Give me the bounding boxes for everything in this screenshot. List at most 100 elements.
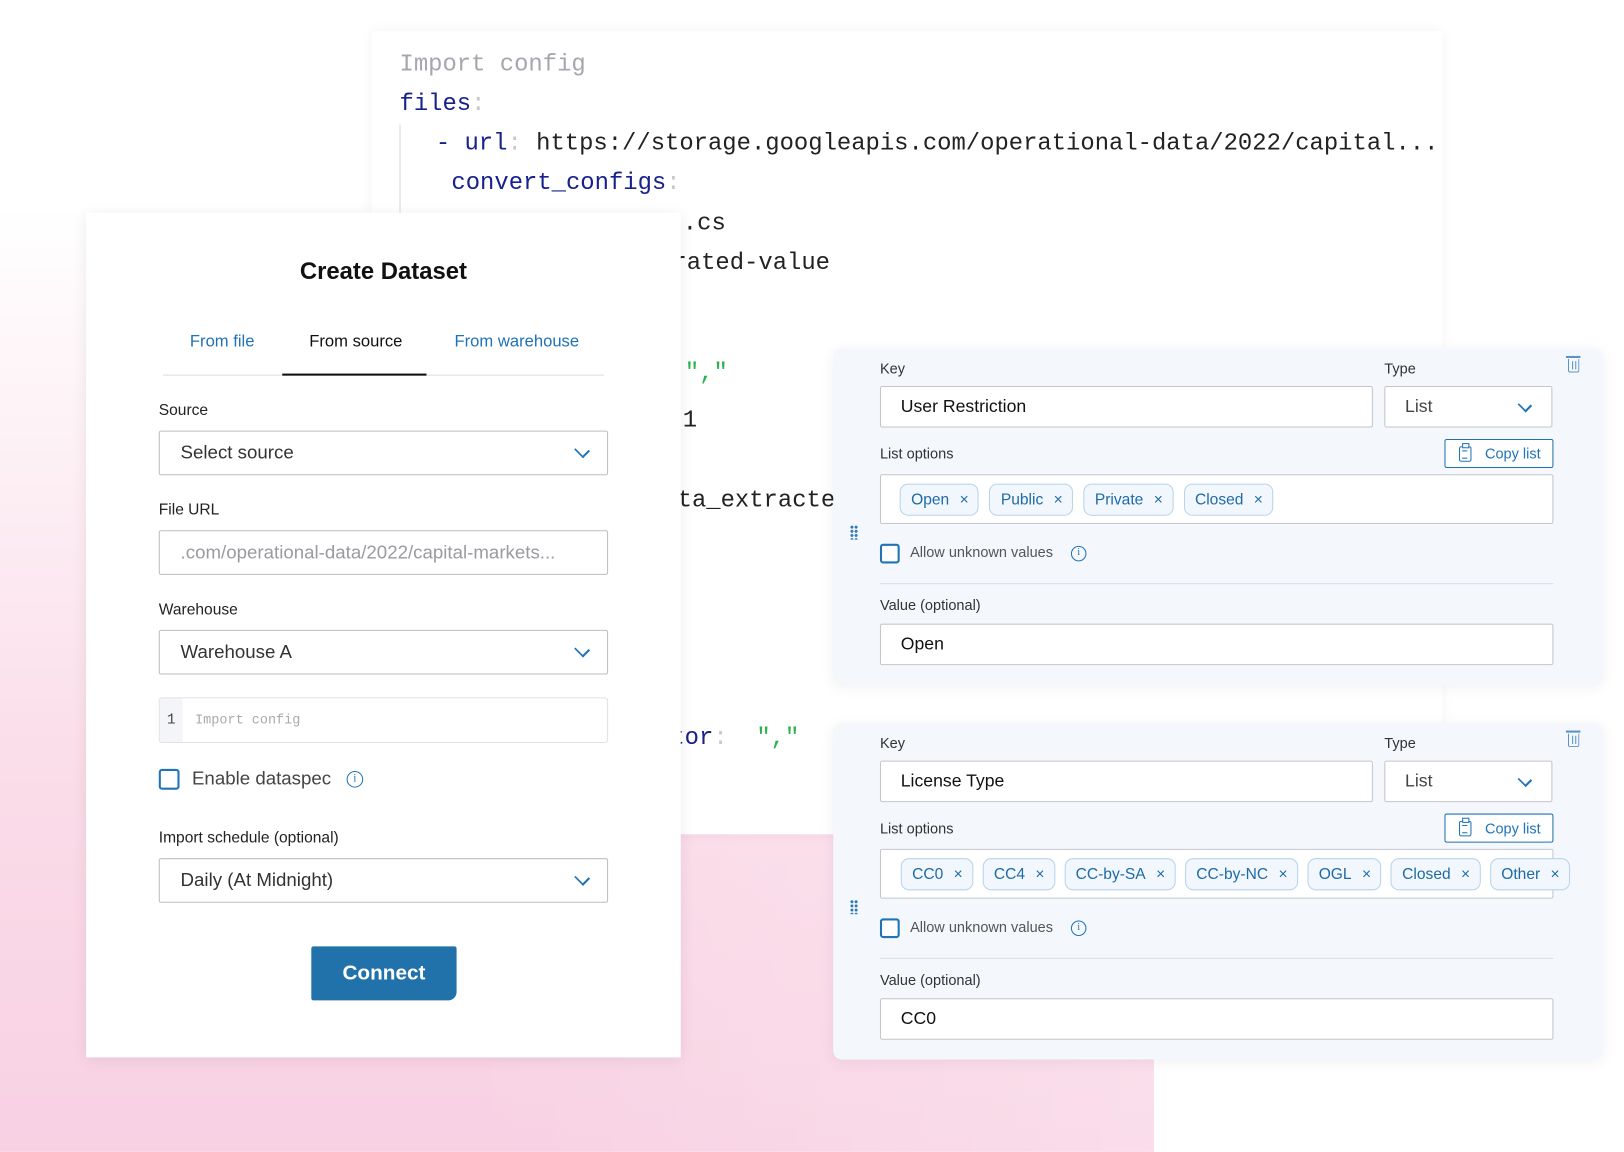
drag-handle-icon[interactable] <box>849 899 859 915</box>
value-label: Value (optional) <box>879 971 981 988</box>
code-key: files <box>399 90 472 118</box>
remove-tag-icon[interactable]: × <box>1254 490 1263 508</box>
list-options-label: List options <box>879 445 954 462</box>
file-url-value: .com/operational-data/2022/capital-marke… <box>180 541 556 563</box>
info-icon[interactable]: i <box>346 771 364 788</box>
trash-icon[interactable] <box>1565 355 1581 373</box>
option-tag: CC-by-NC × <box>1184 857 1298 890</box>
active-tab-indicator <box>282 373 427 376</box>
divider <box>879 957 1554 959</box>
remove-tag-icon[interactable]: × <box>1154 490 1163 508</box>
code-line-convert-configs: convert_configs: <box>451 169 681 197</box>
source-label: Source <box>158 401 209 420</box>
clipboard-icon <box>1459 817 1472 837</box>
drag-handle-icon[interactable] <box>849 525 859 540</box>
remove-tag-icon[interactable]: × <box>1035 865 1044 883</box>
code-line-files: files: <box>399 90 486 118</box>
enable-dataspec-checkbox[interactable] <box>158 768 180 790</box>
list-options-label: List options <box>879 819 954 837</box>
tab-from-warehouse[interactable]: From warehouse <box>455 333 580 352</box>
key-label: Key <box>879 734 906 752</box>
value-input[interactable]: CC0 <box>879 998 1554 1040</box>
file-url-label: File URL <box>158 501 220 519</box>
allow-unknown-label: Allow unknown values <box>910 918 1054 935</box>
copy-list-button[interactable]: Copy list <box>1444 813 1554 843</box>
file-url-input[interactable]: .com/operational-data/2022/capital-marke… <box>158 530 609 575</box>
option-tag-label: CC-by-NC <box>1196 864 1269 883</box>
allow-unknown-checkbox[interactable] <box>879 543 900 564</box>
option-tag-label: Closed <box>1194 490 1244 508</box>
option-tag: CC-by-SA × <box>1064 857 1176 890</box>
code-line: ta_extracte <box>677 486 836 514</box>
source-placeholder: Select source <box>180 442 294 463</box>
type-value: List <box>1405 771 1433 791</box>
copy-list-label: Copy list <box>1484 445 1541 462</box>
type-label: Type <box>1384 360 1416 377</box>
remove-tag-icon[interactable]: × <box>1461 865 1470 883</box>
code-line: 1 <box>682 406 698 434</box>
tab-from-file[interactable]: From file <box>190 333 255 352</box>
allow-unknown-label: Allow unknown values <box>910 543 1054 561</box>
info-icon[interactable]: i <box>1070 545 1087 562</box>
type-select[interactable]: List <box>1384 760 1553 803</box>
value-input[interactable]: Open <box>879 623 1554 666</box>
type-select[interactable]: List <box>1384 386 1553 428</box>
option-tag: CC4 × <box>982 857 1055 890</box>
import-config-editor[interactable]: 1 Import config <box>158 697 609 743</box>
line-number: 1 <box>159 698 183 742</box>
allow-unknown-checkbox[interactable] <box>879 918 900 939</box>
divider <box>879 583 1554 585</box>
option-tag: CC0 × <box>900 857 974 890</box>
option-tag: Closed × <box>1390 857 1481 890</box>
remove-tag-icon[interactable]: × <box>1278 865 1287 883</box>
metadata-field-card: Key License Type Type List List options … <box>833 723 1604 1060</box>
code-comment: Import config <box>399 50 586 78</box>
code-dash: - <box>435 129 465 157</box>
type-label: Type <box>1384 734 1416 752</box>
page-title: Create Dataset <box>299 257 468 285</box>
option-tag-label: Public <box>1000 490 1044 508</box>
config-placeholder: Import config <box>195 711 301 728</box>
warehouse-select[interactable]: Warehouse A <box>158 629 609 675</box>
clipboard-icon <box>1459 443 1472 462</box>
option-tag-label: Private <box>1094 490 1144 508</box>
option-tag-label: Closed <box>1402 864 1451 883</box>
option-tag-label: CC0 <box>912 864 944 883</box>
key-input[interactable]: User Restriction <box>879 386 1373 428</box>
remove-tag-icon[interactable]: × <box>1054 490 1063 508</box>
source-select[interactable]: Select source <box>158 430 609 476</box>
option-tag: OGL × <box>1307 857 1382 890</box>
list-options-input[interactable]: Open × Public × Private × Closed × <box>879 474 1554 525</box>
code-string: "," <box>756 724 800 752</box>
import-schedule-value: Daily (At Midnight) <box>180 869 334 891</box>
chevron-down-icon <box>574 442 591 459</box>
code-value: https://storage.googleapis.com/operation… <box>536 129 1443 157</box>
option-tag-label: OGL <box>1318 864 1352 883</box>
copy-list-button[interactable]: Copy list <box>1444 438 1554 469</box>
option-tag: Private × <box>1083 483 1174 516</box>
trash-icon[interactable] <box>1565 730 1581 748</box>
type-value: List <box>1405 396 1433 417</box>
metadata-field-card: Key User Restriction Type List List opti… <box>833 348 1604 685</box>
enable-dataspec-label: Enable dataspec <box>191 767 332 789</box>
code-key: convert_configs <box>451 169 667 197</box>
remove-tag-icon[interactable]: × <box>960 490 969 508</box>
remove-tag-icon[interactable]: × <box>1156 865 1165 883</box>
key-label: Key <box>879 360 906 377</box>
copy-list-label: Copy list <box>1484 819 1541 837</box>
info-icon[interactable]: i <box>1070 920 1087 937</box>
remove-tag-icon[interactable]: × <box>954 865 963 883</box>
remove-tag-icon[interactable]: × <box>1551 865 1560 883</box>
option-tag: Other × <box>1489 857 1571 890</box>
import-schedule-select[interactable]: Daily (At Midnight) <box>158 858 609 903</box>
key-input[interactable]: License Type <box>879 760 1373 803</box>
remove-tag-icon[interactable]: × <box>1362 865 1371 883</box>
code-line: rated-value <box>672 249 830 277</box>
option-tag: Closed × <box>1183 483 1274 516</box>
option-tag: Public × <box>989 483 1074 516</box>
option-tag-label: CC-by-SA <box>1075 864 1146 883</box>
connect-button[interactable]: Connect <box>311 946 457 1001</box>
list-options-input[interactable]: CC0 × CC4 × CC-by-SA × CC-by-NC × OGL × Closed × Oth… <box>879 848 1571 899</box>
tab-from-source[interactable]: From source <box>309 333 402 352</box>
chevron-down-icon <box>574 869 591 886</box>
